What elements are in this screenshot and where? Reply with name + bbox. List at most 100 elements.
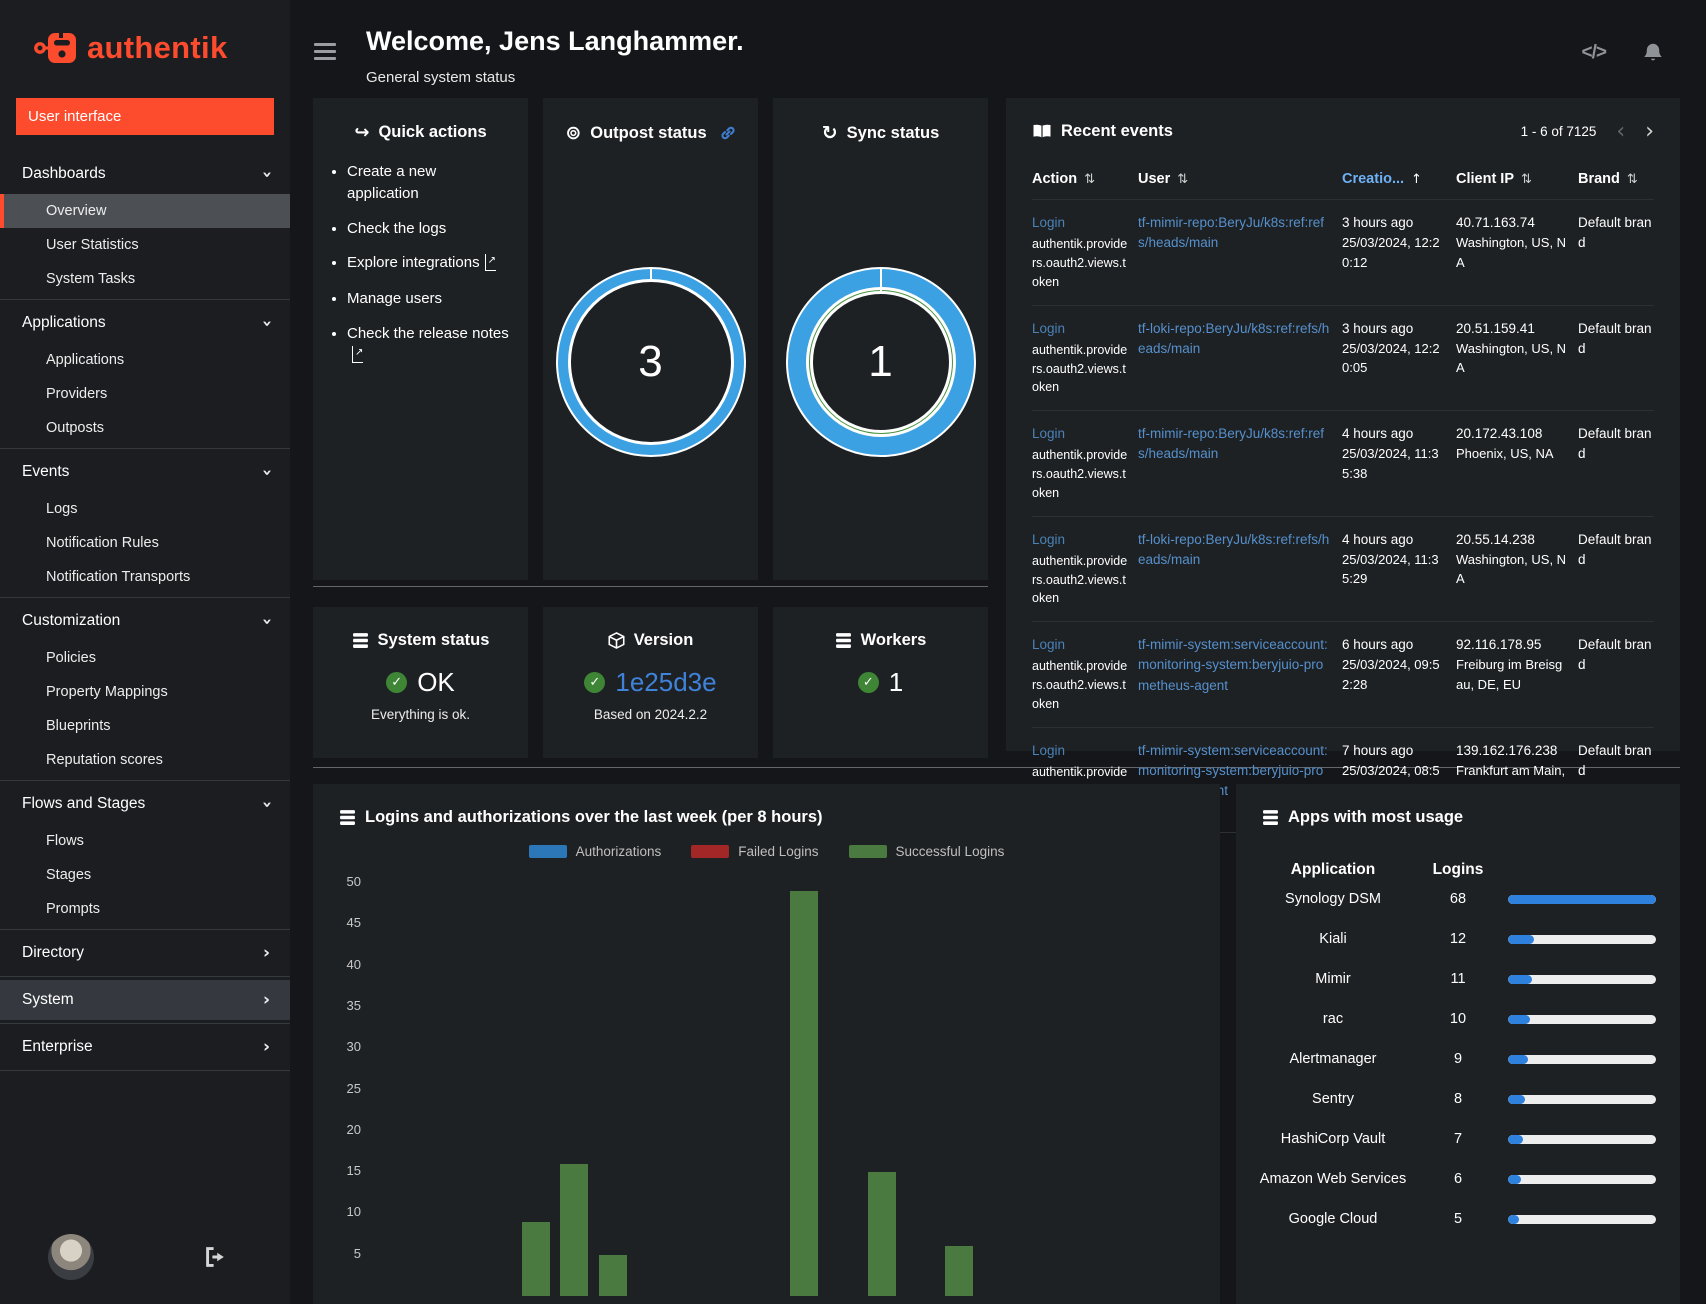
menu-icon[interactable] [314,39,336,64]
notifications-bell-icon[interactable] [1642,42,1664,64]
column-action[interactable]: Action ⇅ [1032,171,1128,187]
sidebar-item-applications[interactable]: Applications [0,343,290,377]
quick-action-label: Create a new application [347,163,437,202]
sidebar-heading-customization[interactable]: Customization › [0,601,290,641]
sidebar-item-outposts[interactable]: Outposts [0,411,290,445]
user-interface-button[interactable]: User interface [16,98,274,135]
chart-bar [560,1163,589,1296]
pagination-prev-icon[interactable]: ‹ [1616,120,1625,142]
sidebar-heading-label: Applications [22,314,106,331]
pagination-label: 1 - 6 of 7125 [1520,124,1597,139]
recent-events-panel: Recent events 1 - 6 of 7125 ‹ › Action ⇅ … [1006,98,1680,868]
sidebar-item-reputation-scores[interactable]: Reputation scores [0,743,290,777]
quick-action-manage-users[interactable]: Manage users [347,288,509,310]
column-client-ip[interactable]: Client IP ⇅ [1456,171,1568,187]
sidebar-item-system-tasks[interactable]: System Tasks [0,262,290,296]
app-name: Google Cloud [1288,1210,1378,1227]
workers-title: Workers [860,631,927,649]
sidebar-item-notification-transports[interactable]: Notification Transports [0,560,290,594]
event-action-context: authentik.providers.oauth2.views.token [1032,659,1128,711]
event-user-link[interactable]: tf-mimir-repo:BeryJu/k8s:ref:refs/heads/… [1138,426,1324,461]
event-user-cell: tf-mimir-repo:BeryJu/k8s:ref:refs/heads/… [1138,424,1332,503]
sidebar-heading-applications[interactable]: Applications › [0,303,290,343]
event-user-cell: tf-mimir-repo:BeryJu/k8s:ref:refs/heads/… [1138,213,1332,292]
sidebar-heading-events[interactable]: Events › [0,452,290,492]
quick-action-explore-integrations[interactable]: Explore integrations↗ [347,252,509,275]
version-value[interactable]: 1e25d3e [615,667,716,698]
quick-action-check-the-release-notes[interactable]: Check the release notes ↗ [347,323,509,367]
apps-column-logins: Logins [1432,861,1484,878]
event-action-link[interactable]: Login [1032,743,1065,758]
event-user-link[interactable]: tf-loki-repo:BeryJu/k8s:ref:refs/heads/m… [1138,532,1329,567]
logins-chart-card: Logins and authorizations over the last … [313,784,1220,1304]
sort-icon[interactable]: ⇅ [1521,172,1532,187]
chevron-right-icon: › [262,1036,270,1057]
check-icon: ✓ [391,675,403,690]
sidebar-item-flows[interactable]: Flows [0,824,290,858]
sidebar-item-overview[interactable]: Overview [0,194,290,228]
event-time-relative: 3 hours ago [1342,320,1414,336]
outpost-icon: ⊚ [565,122,582,144]
event-action-link[interactable]: Login [1032,215,1065,230]
sort-icon[interactable]: ⇅ [1084,172,1095,187]
brand-name: authentik [87,30,228,65]
sort-asc-icon[interactable]: ↑ [1411,172,1422,187]
sidebar-section-system: System › [0,976,290,1023]
sidebar-item-providers[interactable]: Providers [0,377,290,411]
event-action-link[interactable]: Login [1032,532,1065,547]
sort-icon[interactable]: ⇅ [1627,172,1638,187]
event-client-ip-cell: 20.55.14.238 Washington, US, NA [1456,530,1568,609]
outpost-link-icon[interactable] [720,125,736,141]
event-user-cell: tf-loki-repo:BeryJu/k8s:ref:refs/heads/m… [1138,319,1332,398]
app-usage-row: Mimir 11 [1248,959,1668,999]
sidebar-item-policies[interactable]: Policies [0,641,290,675]
bar-chart-plot: 5 10 15 20 25 30 35 40 45 50 [347,874,1194,1296]
sidebar-item-prompts[interactable]: Prompts [0,892,290,926]
sidebar-heading-label: Enterprise [22,1038,93,1055]
sidebar-heading-dashboards[interactable]: Dashboards › [0,154,290,194]
sidebar-item-user-statistics[interactable]: User Statistics [0,228,290,262]
app-name: HashiCorp Vault [1280,1130,1386,1147]
column-brand[interactable]: Brand ⇅ [1578,171,1654,187]
sidebar-heading-directory[interactable]: Directory › [0,933,290,973]
y-axis-tick: 35 [346,997,361,1013]
column-creation-date[interactable]: Creatio... ↑ [1342,171,1446,187]
events-table-header: Action ⇅ User ⇅ Creatio... ↑ Client IP ⇅ Bra… [1032,171,1654,200]
page-subtitle: General system status [366,69,516,86]
event-time-relative: 4 hours ago [1342,531,1414,547]
event-action-link[interactable]: Login [1032,321,1065,336]
sidebar-item-logs[interactable]: Logs [0,492,290,526]
avatar[interactable] [48,1234,94,1280]
sidebar-heading-flows-and-stages[interactable]: Flows and Stages › [0,784,290,824]
y-axis-tick: 20 [346,1121,361,1137]
event-user-link[interactable]: tf-loki-repo:BeryJu/k8s:ref:refs/heads/m… [1138,321,1329,356]
chevron-down-icon: › [256,468,277,476]
event-brand-cell: Default brand [1578,531,1652,567]
sidebar-heading-system[interactable]: System › [0,980,290,1020]
sidebar-item-notification-rules[interactable]: Notification Rules [0,526,290,560]
server-icon [835,633,851,648]
sync-icon: ↻ [821,122,838,144]
quick-action-check-the-logs[interactable]: Check the logs [347,218,509,240]
quick-action-create-a-new-application[interactable]: Create a new application [347,161,509,205]
event-user-link[interactable]: tf-mimir-system:serviceaccount:monitorin… [1138,637,1328,693]
sidebar-item-blueprints[interactable]: Blueprints [0,709,290,743]
event-user-link[interactable]: tf-mimir-repo:BeryJu/k8s:ref:refs/heads/… [1138,215,1324,250]
sidebar-item-stages[interactable]: Stages [0,858,290,892]
event-client-ip: 20.55.14.238 [1456,531,1535,547]
book-icon [1033,124,1051,138]
sidebar-item-property-mappings[interactable]: Property Mappings [0,675,290,709]
column-user[interactable]: User ⇅ [1138,171,1332,187]
quick-action-label: Check the logs [347,219,447,237]
event-creation-cell: 4 hours ago 25/03/2024, 11:35:29 [1342,530,1446,609]
sidebar-heading-enterprise[interactable]: Enterprise › [0,1027,290,1067]
event-action-link[interactable]: Login [1032,426,1065,441]
authentik-logo-icon [34,33,76,63]
pagination-next-icon[interactable]: › [1645,120,1654,142]
logout-icon[interactable] [204,1246,228,1268]
sort-icon[interactable]: ⇅ [1177,172,1188,187]
api-code-icon[interactable]: </> [1582,42,1608,64]
event-action-link[interactable]: Login [1032,637,1065,652]
server-icon [340,810,355,825]
event-action-context: authentik.providers.oauth2.views.token [1032,553,1128,606]
